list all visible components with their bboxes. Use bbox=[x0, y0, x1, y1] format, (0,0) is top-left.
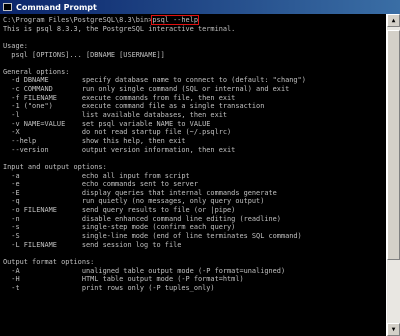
console-line: -s single-step mode (confirm each query) bbox=[3, 223, 236, 232]
console-line: -d DBNAME specify database name to conne… bbox=[3, 76, 306, 85]
console-line: -L FILENAME send session log to file bbox=[3, 240, 182, 249]
console-line: -v NAME=VALUE set psql variable NAME to … bbox=[3, 119, 211, 128]
console-line: psql [OPTIONS]... [DBNAME [USERNAME]] bbox=[3, 50, 165, 59]
console-line: -a echo all input from script bbox=[3, 171, 190, 180]
console-line: Output format options: bbox=[3, 257, 95, 266]
console-line: -1 ("one") execute command file as a sin… bbox=[3, 102, 265, 111]
console-line: -e echo commands sent to server bbox=[3, 180, 198, 189]
console-line: -H HTML table output mode (-P format=htm… bbox=[3, 275, 244, 284]
console-line: Input and output options: bbox=[3, 162, 107, 171]
console-line: -l list available databases, then exit bbox=[3, 111, 228, 120]
console-line: -S single-line mode (end of line termina… bbox=[3, 232, 302, 241]
console-output[interactable]: C:\Program Files\PostgreSQL\8.3\bin>psql… bbox=[0, 14, 386, 336]
console-line: -t print rows only (-P tuples_only) bbox=[3, 283, 215, 292]
output-lines: This is psql 8.3.3, the PostgreSQL inter… bbox=[3, 25, 386, 293]
console-line: -o FILENAME send query results to file (… bbox=[3, 206, 236, 215]
console-line: --help show this help, then exit bbox=[3, 136, 186, 145]
scroll-down-button[interactable]: ▼ bbox=[387, 323, 400, 336]
console-line: This is psql 8.3.3, the PostgreSQL inter… bbox=[3, 24, 236, 33]
vertical-scrollbar[interactable]: ▲ ▼ bbox=[386, 14, 400, 336]
window-title: Command Prompt bbox=[16, 2, 97, 12]
console-line: -n disable enhanced command line editing… bbox=[3, 214, 281, 223]
console-line: -f FILENAME execute commands from file, … bbox=[3, 93, 236, 102]
console-line: --version output version information, th… bbox=[3, 145, 236, 154]
prompt-path: C:\Program Files\PostgreSQL\8.3\bin> bbox=[3, 16, 153, 24]
title-bar[interactable]: Command Prompt bbox=[0, 0, 400, 14]
console-line: -q run quietly (no messages, only query … bbox=[3, 197, 265, 206]
scroll-up-button[interactable]: ▲ bbox=[387, 14, 400, 27]
console-line: -X do not read startup file (~/.psqlrc) bbox=[3, 128, 232, 137]
console-line: -A unaligned table output mode (-P forma… bbox=[3, 266, 286, 275]
console-icon bbox=[3, 3, 12, 11]
prompt-line: C:\Program Files\PostgreSQL\8.3\bin>psql… bbox=[3, 15, 386, 25]
console-line: -E display queries that internal command… bbox=[3, 188, 277, 197]
console-line: Usage: bbox=[3, 41, 28, 50]
console-line: -c COMMAND run only single command (SQL … bbox=[3, 85, 290, 94]
scroll-thumb[interactable] bbox=[387, 30, 400, 260]
command-prompt-window: Command Prompt C:\Program Files\PostgreS… bbox=[0, 0, 400, 336]
highlighted-command: psql --help bbox=[151, 15, 199, 25]
console-line: General options: bbox=[3, 67, 70, 76]
